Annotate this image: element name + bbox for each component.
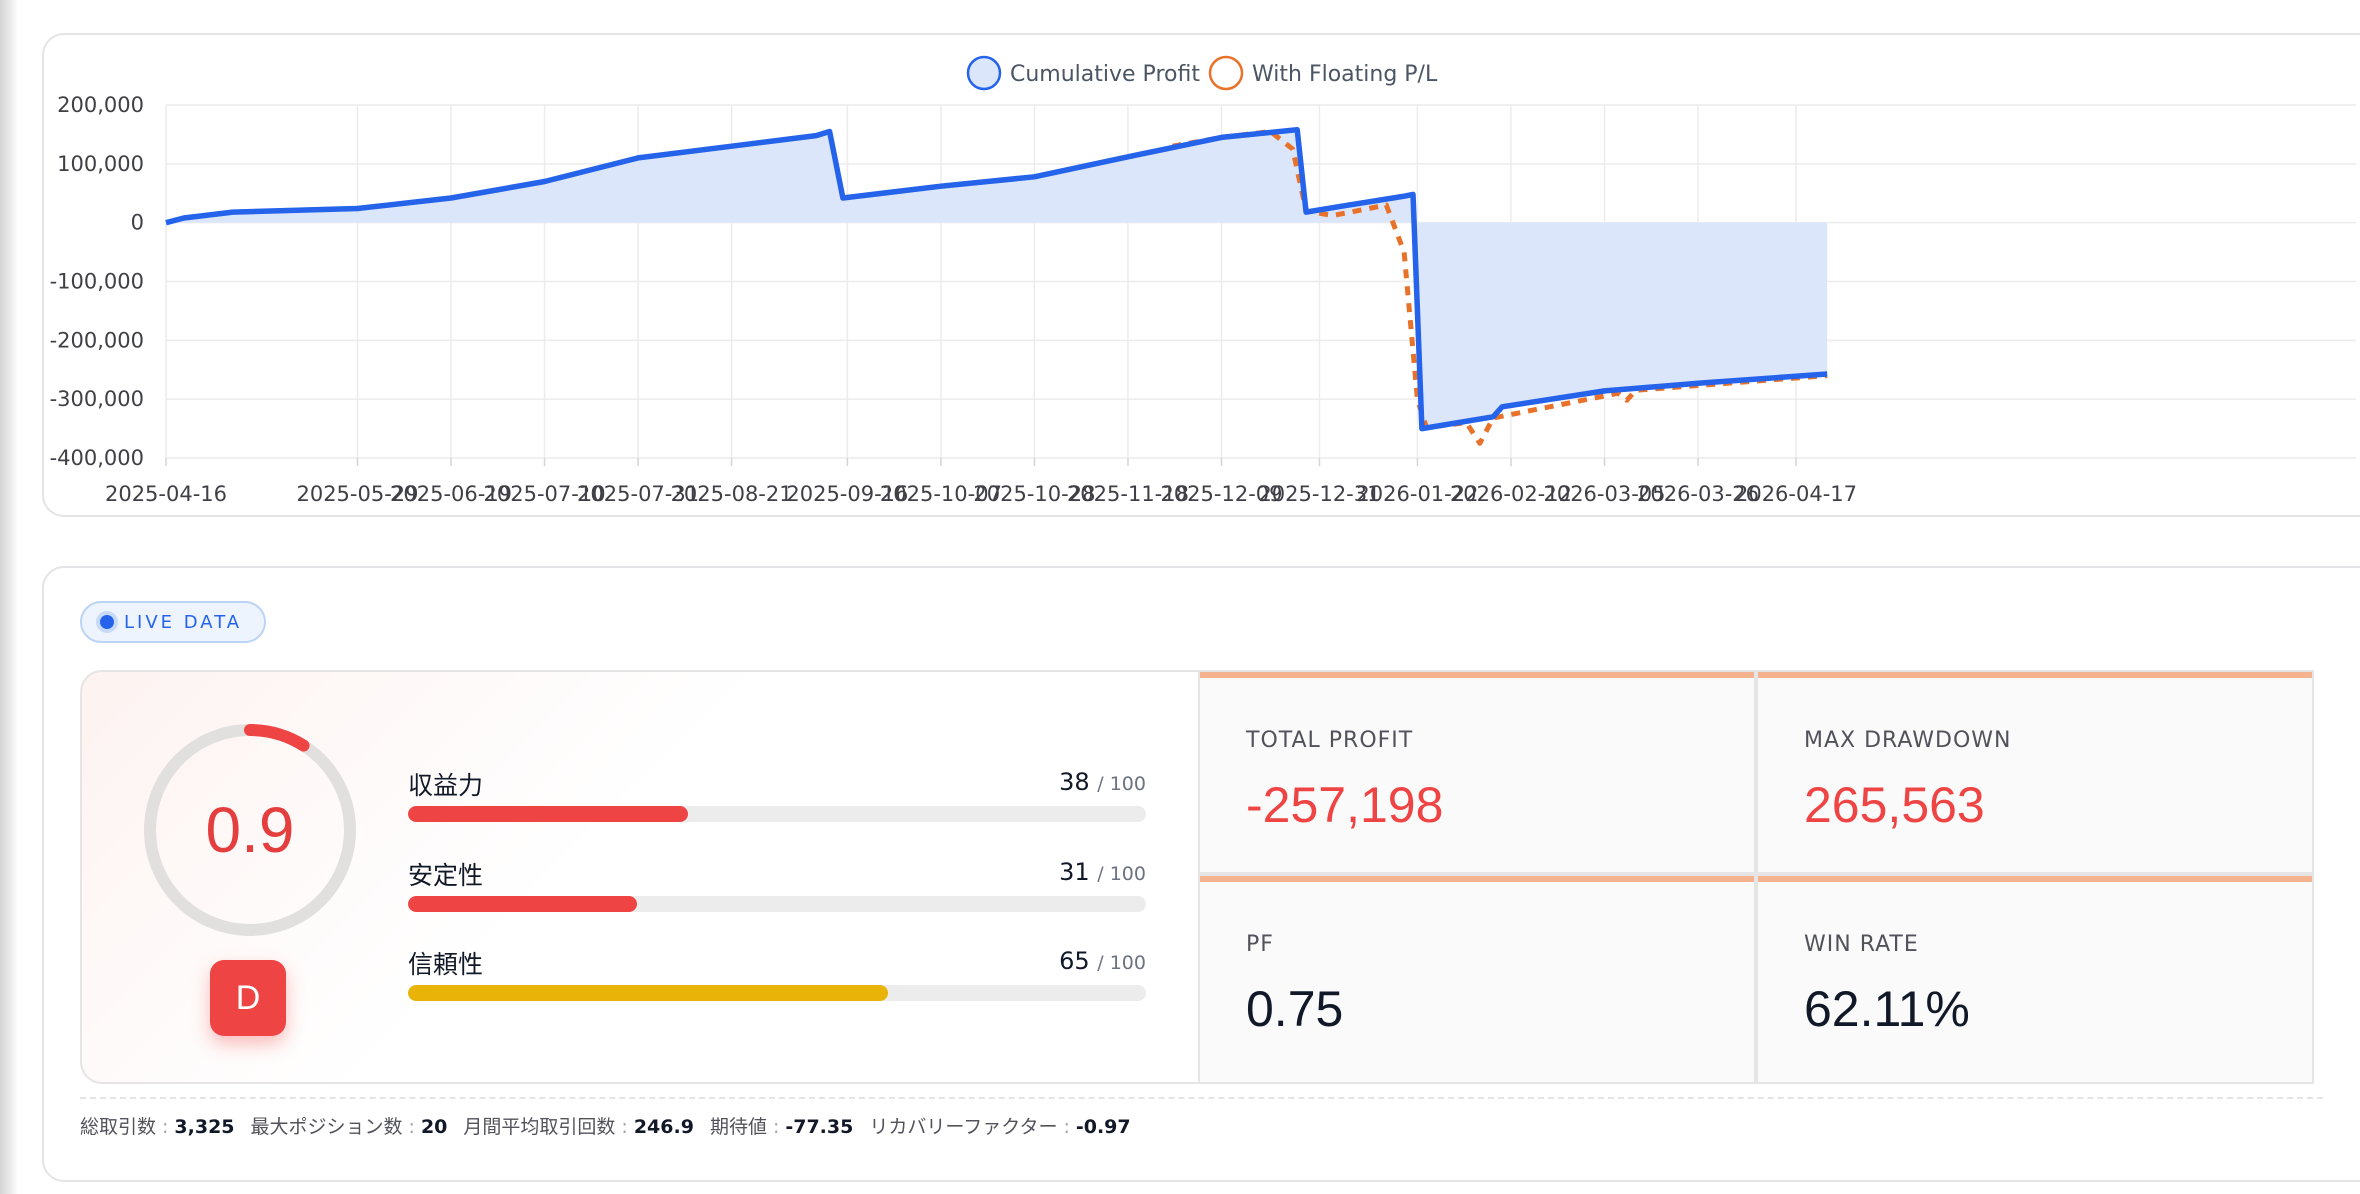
win-rate-tile: WIN RATE 62.11% (1756, 874, 2314, 1084)
metric-label: 安定性 (408, 861, 484, 890)
metric-score: 38 / 100 (1059, 768, 1146, 796)
footer-stat: 期待値: -77.35 (709, 1116, 854, 1138)
x-tick-label: 2025-08-21 (671, 482, 793, 506)
tile-label: TOTAL PROFIT (1246, 728, 1414, 753)
metric-reliability: 信頼性 65 / 100 (408, 945, 1146, 1015)
tile-label: PF (1246, 932, 1274, 957)
live-dot-icon (100, 615, 114, 629)
x-tick-label: 2025-04-16 (105, 482, 227, 506)
y-tick-label: -200,000 (50, 328, 144, 352)
y-tick-label: -400,000 (50, 446, 144, 470)
score-value: 0.9 (205, 794, 295, 866)
metric-stability: 安定性 31 / 100 (408, 856, 1146, 926)
footer-stat: 月間平均取引回数:246.9 (463, 1116, 694, 1138)
tile-label: MAX DRAWDOWN (1804, 728, 2012, 753)
metric-bar-fill (408, 985, 888, 1001)
grade-badge: D (210, 960, 286, 1036)
metric-bar-fill (408, 896, 637, 912)
profit-area (166, 129, 1828, 429)
y-tick-label: 0 (131, 211, 144, 235)
metric-score: 65 / 100 (1059, 947, 1146, 975)
footer-stats: 総取引数:3,325 最大ポジション数:20 月間平均取引回数:246.9 期待… (80, 1112, 1131, 1139)
metric-label: 信頼性 (408, 950, 484, 979)
live-badge-label: LIVE DATA (124, 611, 243, 633)
legend-swatch-cumulative-profit (966, 55, 1002, 91)
legend-label-cumulative-profit: Cumulative Profit (1010, 62, 1200, 87)
y-tick-label: 100,000 (57, 152, 144, 176)
tile-label: WIN RATE (1804, 932, 1919, 957)
window-left-edge (0, 0, 18, 1194)
y-tick-label: -100,000 (50, 270, 144, 294)
footer-divider (80, 1097, 2323, 1099)
legend-swatch-floating-pl (1208, 55, 1244, 91)
legend-label-floating-pl: With Floating P/L (1252, 62, 1438, 87)
metric-bar (408, 896, 1146, 912)
tile-value: 62.11% (1804, 981, 1970, 1037)
footer-stat: リカバリーファクター: -0.97 (869, 1116, 1131, 1138)
y-tick-label: -300,000 (50, 387, 144, 411)
profit-factor-tile: PF 0.75 (1198, 874, 1756, 1084)
equity-chart: 200,000 100,000 0 -100,000 -200,000 -300,000 -… (50, 55, 2356, 506)
tile-value: 0.75 (1246, 981, 1344, 1037)
equity-chart-card: 200,000 100,000 0 -100,000 -200,000 -300,000 -… (42, 33, 2360, 517)
metric-label: 収益力 (408, 771, 484, 800)
metric-bar-fill (408, 806, 689, 822)
score-gauge: 0.9 (142, 722, 358, 938)
footer-stat: 最大ポジション数:20 (250, 1116, 448, 1138)
metric-score: 31 / 100 (1059, 858, 1146, 886)
footer-stat: 総取引数:3,325 (80, 1116, 235, 1138)
metric-bar (408, 985, 1146, 1001)
live-data-badge: LIVE DATA (80, 601, 267, 643)
x-tick-label: 2026-04-17 (1735, 482, 1857, 506)
y-tick-label: 200,000 (57, 93, 144, 117)
metric-profitability: 収益力 38 / 100 (408, 766, 1146, 836)
tile-value: 265,563 (1804, 777, 1985, 833)
total-profit-tile: TOTAL PROFIT -257,198 (1198, 670, 1756, 874)
max-drawdown-tile: MAX DRAWDOWN 265,563 (1756, 670, 2314, 874)
score-panel: 0.9 D 収益力 38 / 100 安定性 31 / 100 信頼性 65 /… (80, 670, 1198, 1084)
metric-bar (408, 806, 1146, 822)
tile-value: -257,198 (1246, 777, 1444, 833)
